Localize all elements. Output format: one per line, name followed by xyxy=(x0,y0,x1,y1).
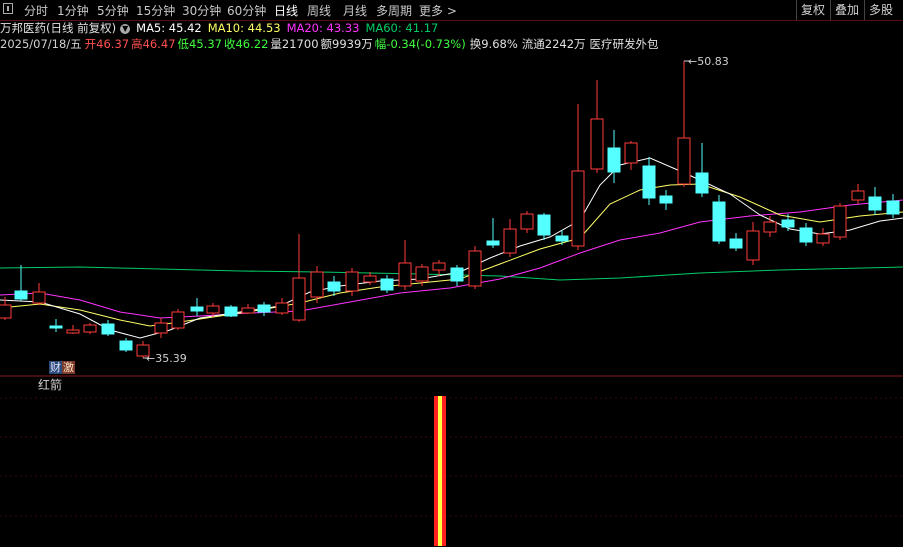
candle-body xyxy=(154,322,168,334)
red-arrow-signal xyxy=(434,396,446,546)
candle-body xyxy=(190,306,204,312)
candle-body xyxy=(571,170,585,247)
candle-body xyxy=(241,307,255,314)
candle-body xyxy=(345,271,359,292)
low-price-text: 35.39 xyxy=(155,352,187,365)
candle-body xyxy=(310,271,324,298)
candle-body xyxy=(450,267,464,282)
candle-body xyxy=(642,165,656,199)
high-price-label: ←50.83 xyxy=(688,55,729,68)
candle-body xyxy=(695,172,709,194)
candle-body xyxy=(486,240,500,246)
candle-body xyxy=(32,291,46,304)
high-price-text: 50.83 xyxy=(697,55,729,68)
candle-body xyxy=(363,275,377,283)
ma10-line xyxy=(0,183,903,327)
candle-body xyxy=(590,118,604,170)
candle-body xyxy=(503,228,517,254)
candle-body xyxy=(468,250,482,287)
candle-body xyxy=(729,238,743,249)
high-arrow-icon: ← xyxy=(688,55,698,68)
finance-badge[interactable]: 财 xyxy=(49,361,62,374)
candle-body xyxy=(49,325,63,329)
candle-body xyxy=(746,230,760,261)
ma5-line xyxy=(0,157,903,339)
candle-body xyxy=(537,214,551,236)
incentive-badge[interactable]: 激 xyxy=(62,361,75,374)
candle-body xyxy=(816,233,830,244)
candle-body xyxy=(66,329,80,334)
candle-body xyxy=(555,235,569,242)
candle-body xyxy=(14,290,28,300)
candle-body xyxy=(868,196,882,211)
low-price-label: ←35.39 xyxy=(146,352,187,365)
candle-body xyxy=(781,219,795,228)
candle-body xyxy=(224,306,238,317)
candle-body xyxy=(0,304,12,319)
kline-chart[interactable] xyxy=(0,0,903,547)
candle-body xyxy=(432,262,446,271)
candle-body xyxy=(833,205,847,238)
signal-bar-core xyxy=(438,396,442,546)
candle-body xyxy=(380,278,394,291)
ma20-line xyxy=(0,199,903,319)
candle-body xyxy=(712,201,726,242)
candle-body xyxy=(275,302,289,314)
candle-body xyxy=(101,323,115,335)
candle-body xyxy=(171,311,185,329)
candle-body xyxy=(83,324,97,333)
low-arrow-icon: ← xyxy=(146,352,156,365)
candle-body xyxy=(799,227,813,243)
candle-body xyxy=(659,195,673,204)
candle-body xyxy=(886,200,900,215)
candle-body xyxy=(206,305,220,314)
candle-body xyxy=(327,281,341,292)
candle-body xyxy=(763,221,777,233)
moving-average-lines xyxy=(0,157,903,339)
candle-body xyxy=(624,142,638,164)
candle-body xyxy=(677,137,691,185)
candle-body xyxy=(398,262,412,287)
candle-body xyxy=(415,266,429,282)
grid-lines xyxy=(0,397,903,517)
indicator-name: 红箭 xyxy=(38,378,63,392)
candle-body xyxy=(520,213,534,230)
candle-body xyxy=(607,147,621,173)
candle-body xyxy=(292,277,306,321)
candle-body xyxy=(119,340,133,351)
candle-body xyxy=(257,304,271,313)
candlesticks xyxy=(0,60,900,359)
candle-body xyxy=(851,190,865,201)
